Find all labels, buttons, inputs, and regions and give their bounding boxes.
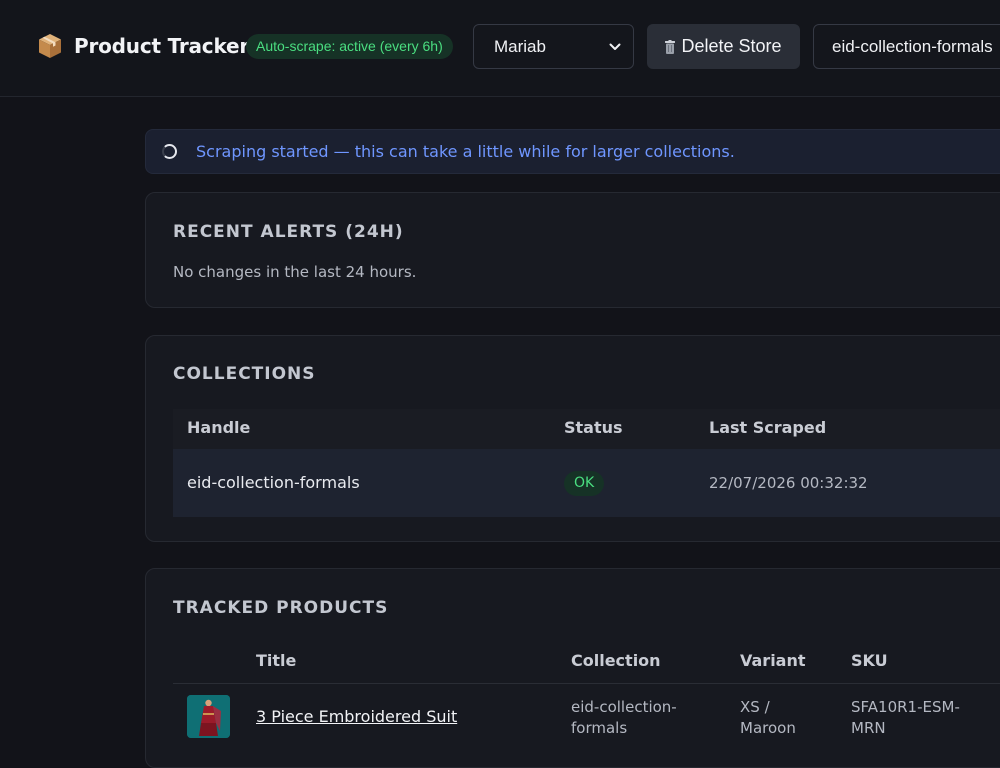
collection-handle-cell: eid-collection-formals bbox=[187, 473, 360, 492]
status-badge: OK bbox=[564, 471, 605, 496]
auto-scrape-badge: Auto-scrape: active (every 6h) bbox=[246, 34, 453, 59]
app-title: Product Tracker bbox=[74, 34, 250, 58]
product-sku-line2: MRN bbox=[851, 719, 886, 737]
store-select-value: Mariab bbox=[494, 36, 546, 56]
collections-title: COLLECTIONS bbox=[173, 364, 316, 384]
package-icon bbox=[39, 34, 61, 58]
top-bar: Product Tracker Auto-scrape: active (eve… bbox=[0, 0, 1000, 97]
column-header-variant: Variant bbox=[740, 651, 806, 670]
product-collection-line2: formals bbox=[571, 719, 628, 737]
column-header-status: Status bbox=[564, 418, 623, 437]
product-sku-line1: SFA10R1-ESM- bbox=[851, 698, 960, 716]
banner-text: Scraping started — this can take a littl… bbox=[196, 142, 735, 161]
product-sku-cell: SFA10R1-ESM- MRN bbox=[851, 697, 971, 739]
chevron-down-icon bbox=[609, 43, 621, 50]
tracked-products-card: TRACKED PRODUCTS Title Collection Varian… bbox=[145, 568, 1000, 768]
product-variant-line1: XS / bbox=[740, 698, 770, 716]
product-image-icon bbox=[187, 695, 230, 738]
spinner-icon bbox=[162, 144, 177, 159]
product-collection-cell: eid-collection- formals bbox=[571, 697, 691, 739]
product-variant-line2: Maroon bbox=[740, 719, 796, 737]
store-select[interactable]: Mariab bbox=[473, 24, 634, 69]
tracked-products-title: TRACKED PRODUCTS bbox=[173, 598, 389, 618]
column-header-handle: Handle bbox=[187, 418, 251, 437]
trash-icon bbox=[665, 39, 676, 54]
column-header-last-scraped: Last Scraped bbox=[709, 418, 827, 437]
alerts-empty-text: No changes in the last 24 hours. bbox=[173, 263, 417, 281]
brand: Product Tracker bbox=[38, 33, 249, 59]
collections-card: COLLECTIONS Handle Status Last Scraped e… bbox=[145, 335, 1000, 542]
recent-alerts-card: RECENT ALERTS (24H) No changes in the la… bbox=[145, 192, 1000, 308]
collections-table-header: Handle Status Last Scraped bbox=[173, 409, 1000, 449]
product-collection-line1: eid-collection- bbox=[571, 698, 677, 716]
collection-handle-input[interactable]: eid-collection-formals bbox=[813, 24, 1000, 69]
column-header-sku: SKU bbox=[851, 651, 888, 670]
status-banner: Scraping started — this can take a littl… bbox=[145, 129, 1000, 174]
column-header-title: Title bbox=[256, 651, 297, 670]
column-header-collection: Collection bbox=[571, 651, 661, 670]
last-scraped-cell: 22/07/2026 00:32:32 bbox=[709, 474, 868, 492]
product-title-link[interactable]: 3 Piece Embroidered Suit bbox=[256, 707, 457, 726]
product-variant-cell: XS / Maroon bbox=[740, 697, 860, 739]
recent-alerts-title: RECENT ALERTS (24H) bbox=[173, 222, 404, 242]
delete-store-label: Delete Store bbox=[681, 36, 782, 56]
table-divider bbox=[173, 683, 1000, 684]
delete-store-button[interactable]: Delete Store bbox=[647, 24, 800, 69]
table-row[interactable]: eid-collection-formals OK 22/07/2026 00:… bbox=[173, 449, 1000, 517]
product-thumbnail[interactable] bbox=[187, 695, 230, 738]
